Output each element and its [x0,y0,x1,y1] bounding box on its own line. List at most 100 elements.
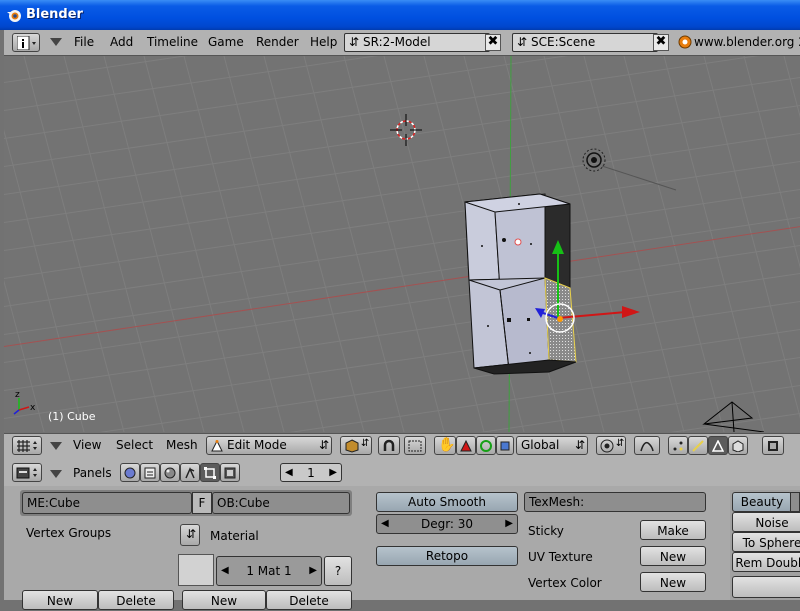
manipulator-rotate[interactable] [476,436,496,455]
vertex-select-button[interactable] [668,436,688,455]
rem-double-button[interactable]: Rem Double [732,552,800,572]
view3d-window-type-button[interactable] [12,436,42,455]
object-context-button[interactable] [180,463,200,482]
scene-selector[interactable]: ⇵ SCE:Scene [512,33,658,52]
script-context-button[interactable] [140,463,160,482]
object-name-field[interactable]: OB:Cube [212,492,350,514]
mode-selector[interactable]: Edit Mode ⇵ [206,436,332,455]
pivot-button[interactable] [378,436,400,455]
face-select-button[interactable] [708,436,728,455]
scene-name: SCE:Scene [531,35,596,49]
viewport-canvas[interactable]: x z [4,56,800,432]
uv-texture-new-button[interactable]: New [640,546,706,566]
camera-icon[interactable] [702,401,765,432]
buttons-window-icon [16,467,37,479]
menu-help[interactable]: Help [310,35,337,49]
screen-selector[interactable]: ⇵ SR:2-Model [344,33,490,52]
info-icon [17,36,36,50]
beauty-toggle[interactable]: Beauty [732,492,792,512]
fake-user-button[interactable]: F [192,492,212,514]
blender-url-text[interactable]: www.blender.org 2 [694,35,800,49]
scene-context-button[interactable] [220,463,240,482]
updown-arrows-icon: ⇵ [575,438,586,452]
window-title-bar[interactable]: Blender [0,0,800,30]
material-delete-button[interactable]: Delete [266,590,352,610]
object-name: OB:Cube [217,496,270,510]
manipulator-toggle[interactable]: ✋ [434,436,456,455]
menu-render[interactable]: Render [256,35,299,49]
vertex-group-new-button[interactable]: New [22,590,98,610]
noise-button[interactable]: Noise [732,512,800,532]
material-color-swatch[interactable] [178,554,214,586]
retopo-toggle[interactable]: Retopo [376,546,518,566]
solid-shading-icon [345,439,359,453]
proportional-falloff-button[interactable] [634,436,660,455]
collapse-triangle-icon[interactable] [50,470,62,478]
collapse-triangle-icon[interactable] [50,442,62,450]
material-sphere-icon [164,467,176,479]
menu-select[interactable]: Select [116,438,153,452]
scene-delete-button[interactable]: ✖ [653,34,669,51]
proportional-edit-button[interactable]: ⇵ [596,436,626,455]
beauty-adjacent-field[interactable] [790,492,800,512]
logic-context-button[interactable] [120,463,140,482]
vertex-group-delete-button[interactable]: Delete [98,590,174,610]
sticky-make-button[interactable]: Make [640,520,706,540]
render-preview-button[interactable] [762,436,784,455]
viewport-grid [4,56,800,432]
blender-logo-icon [7,10,21,22]
left-arrow-icon: ◀ [381,518,389,529]
editing-context-button[interactable] [200,463,220,482]
3d-viewport[interactable]: x z (1) Cube [4,56,800,432]
uv-texture-label: UV Texture [528,550,593,564]
more-tools-button[interactable] [732,576,800,598]
right-arrow-icon: ▶ [329,467,337,478]
magnet-icon [383,439,395,451]
snap-button[interactable] [404,436,426,455]
edge-select-icon [692,440,704,452]
menu-add[interactable]: Add [110,35,133,49]
image-icon [768,441,778,451]
window-type-button[interactable] [12,33,40,52]
buttons-window: ME:Cube F OB:Cube Vertex Groups ⇵ Materi… [4,486,800,610]
menu-view[interactable]: View [73,438,101,452]
vertex-group-menu-button[interactable]: ⇵ [180,524,200,546]
draw-type-button[interactable]: ⇵ [340,436,372,455]
menu-file[interactable]: File [74,35,94,49]
menu-timeline[interactable]: Timeline [147,35,198,49]
sticky-label: Sticky [528,524,564,538]
menu-game[interactable]: Game [208,35,244,49]
view-axes-icon: x z [13,390,36,415]
material-help-button[interactable]: ? [324,556,352,586]
buttons-window-type-button[interactable] [12,463,42,482]
mesh-cube[interactable] [464,193,577,375]
orientation-selector[interactable]: Global ⇵ [516,436,588,455]
frame-number-field[interactable]: ◀ 1 ▶ [280,463,342,482]
to-sphere-button[interactable]: To Sphere [732,532,800,552]
shading-context-button[interactable] [160,463,180,482]
vertex-color-new-button[interactable]: New [640,572,706,592]
texmesh-field[interactable]: TexMesh: [524,492,706,512]
right-arrow-icon: ▶ [309,565,317,576]
x-axis-line [4,226,800,347]
3d-cursor-icon[interactable] [390,114,422,146]
occlude-button[interactable] [728,436,748,455]
auto-smooth-degree-field[interactable]: ◀ Degr: 30 ▶ [376,514,518,534]
screen-delete-button[interactable]: ✖ [485,34,501,51]
manipulator-scale[interactable] [496,436,514,455]
material-index-field[interactable]: ◀ 1 Mat 1 ▶ [216,556,322,586]
svg-text:x: x [30,403,36,413]
auto-smooth-toggle[interactable]: Auto Smooth [376,492,518,512]
proportional-icon [600,439,614,453]
edge-select-button[interactable] [688,436,708,455]
mesh-datablock-field[interactable]: ME:Cube [22,492,192,514]
collapse-triangle-icon[interactable] [50,38,62,46]
mode-label: Edit Mode [227,438,287,452]
manipulator-translate[interactable] [456,436,476,455]
menu-mesh[interactable]: Mesh [166,438,198,452]
vertex-select-icon [673,441,683,451]
falloff-curve-icon [640,441,654,452]
buttons-header: Panels ◀ 1 ▶ [4,458,800,486]
material-new-button[interactable]: New [182,590,266,610]
lamp-icon[interactable] [582,148,677,191]
